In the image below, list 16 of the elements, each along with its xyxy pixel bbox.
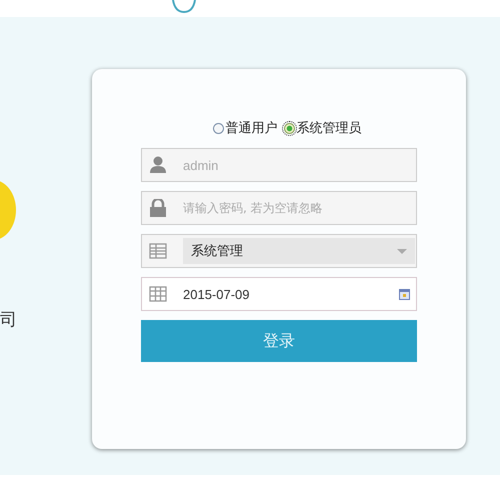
radio-button[interactable] (212, 122, 224, 134)
date-field[interactable]: 2015-07-09 (141, 277, 417, 311)
login-button[interactable]: 登录 (141, 320, 417, 362)
user-icon (149, 156, 167, 174)
radio-button[interactable] (284, 122, 294, 134)
radio-label: 系统管理员 (296, 120, 362, 137)
calendar-icon[interactable] (399, 289, 410, 300)
username-field[interactable]: admin (141, 148, 417, 182)
radio-label: 普通用户 (226, 120, 278, 137)
password-field[interactable]: 请输入密码, 若为空请忽略 (141, 191, 417, 225)
grid-icon (149, 285, 167, 303)
logo-curve-icon (171, 0, 197, 14)
dropdown[interactable]: 系统管理 (183, 238, 415, 264)
lock-icon (149, 199, 167, 217)
side-text: 司 (0, 309, 17, 331)
list-icon (149, 242, 167, 260)
